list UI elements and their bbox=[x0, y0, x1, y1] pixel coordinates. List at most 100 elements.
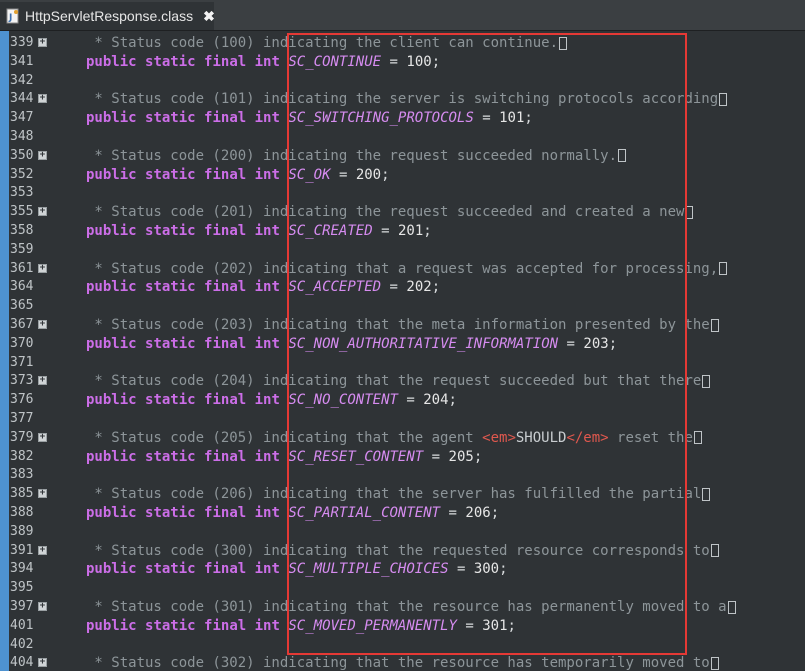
fold-expand-icon[interactable]: + bbox=[38, 263, 47, 273]
javadoc-comment: * Status code (301) indicating that the … bbox=[86, 599, 727, 615]
code-line[interactable]: 379 + * Status code (205) indicating that… bbox=[9, 429, 805, 448]
fold-expand-icon[interactable]: + bbox=[38, 545, 47, 555]
code-line[interactable]: 397 + * Status code (301) indicating that… bbox=[9, 598, 805, 617]
keyword-int: int bbox=[254, 392, 280, 409]
code-line[interactable]: 394 public static final int SC_MULTIPLE_C… bbox=[9, 560, 805, 579]
line-number: 358 bbox=[10, 223, 34, 238]
code-line[interactable]: 367 + * Status code (203) indicating that… bbox=[9, 316, 805, 335]
code-text: public static final int SC_CONTINUE = 10… bbox=[86, 53, 440, 72]
code-line[interactable]: 383 bbox=[9, 466, 805, 485]
code-line[interactable]: 358 public static final int SC_CREATED = … bbox=[9, 222, 805, 241]
fold-expand-icon[interactable]: + bbox=[38, 432, 47, 442]
keyword-public: public bbox=[86, 335, 137, 352]
fold-expand-icon[interactable]: + bbox=[38, 94, 47, 104]
constant-name: SC_NO_CONTENT bbox=[288, 392, 398, 409]
code-line[interactable]: 371 bbox=[9, 354, 805, 373]
code-line[interactable]: 361 + * Status code (202) indicating that… bbox=[9, 260, 805, 279]
fold-expand-icon[interactable]: + bbox=[38, 658, 47, 668]
code-line[interactable]: 376 public static final int SC_NO_CONTENT… bbox=[9, 391, 805, 410]
code-line[interactable]: 404 + * Status code (302) indicating that… bbox=[9, 654, 805, 671]
javadoc-comment: * Status code (300) indicating that the … bbox=[86, 542, 710, 559]
code-line[interactable]: 401 public static final int SC_MOVED_PERM… bbox=[9, 617, 805, 636]
collapsed-text-marker-icon[interactable] bbox=[693, 431, 702, 445]
tab-httpservletresponse-class[interactable]: J HttpServletResponse.class ✖ bbox=[0, 2, 215, 30]
code-editor[interactable]: 339 + * Status code (100) indicating the … bbox=[9, 31, 805, 671]
semicolon: ; bbox=[431, 53, 441, 70]
fold-expand-icon[interactable]: + bbox=[38, 320, 47, 329]
line-number: 383 bbox=[10, 467, 34, 483]
html-tag-open: <em> bbox=[482, 429, 516, 446]
code-line[interactable]: 344 + * Status code (101) indicating the … bbox=[9, 90, 805, 109]
keyword-static: static bbox=[145, 335, 196, 352]
code-line[interactable]: 347 public static final int SC_SWITCHING_… bbox=[9, 109, 805, 128]
javadoc-comment: reset the bbox=[608, 429, 693, 446]
collapsed-text-marker-icon[interactable] bbox=[710, 318, 719, 332]
code-line[interactable]: 373 + * Status code (204) indicating that… bbox=[9, 372, 805, 391]
code-text: * Status code (206) indicating that the … bbox=[86, 485, 711, 504]
fold-expand-icon[interactable]: + bbox=[38, 376, 47, 386]
fold-expand-icon[interactable]: + bbox=[38, 489, 47, 499]
close-icon[interactable]: ✖ bbox=[203, 8, 215, 25]
collapsed-text-marker-icon[interactable] bbox=[710, 544, 719, 558]
code-line[interactable]: 391 + * Status code (300) indicating that… bbox=[9, 542, 805, 561]
collapsed-text-marker-icon[interactable] bbox=[618, 149, 627, 163]
collapsed-text-marker-icon[interactable] bbox=[719, 92, 728, 106]
javadoc-comment: * Status code (201) indicating the reque… bbox=[86, 204, 685, 221]
collapsed-text-marker-icon[interactable] bbox=[710, 656, 719, 670]
fold-expand-icon[interactable]: + bbox=[38, 38, 47, 47]
code-line[interactable]: 395 bbox=[9, 579, 805, 598]
code-line[interactable]: 365 bbox=[9, 297, 805, 316]
code-line[interactable]: 359 bbox=[9, 241, 805, 260]
editor-tab-bar: J HttpServletResponse.class ✖ bbox=[0, 0, 805, 31]
code-text: public static final int SC_MULTIPLE_CHOI… bbox=[86, 560, 508, 579]
collapsed-text-marker-icon[interactable] bbox=[702, 487, 711, 501]
keyword-public: public bbox=[86, 561, 137, 578]
code-line[interactable]: 370 public static final int SC_NON_AUTHOR… bbox=[9, 335, 805, 354]
code-line[interactable]: 389 bbox=[9, 523, 805, 542]
semicolon: ; bbox=[431, 279, 441, 296]
code-line[interactable]: 352 public static final int SC_OK = 200; bbox=[9, 166, 805, 185]
code-line[interactable]: 388 public static final int SC_PARTIAL_CO… bbox=[9, 504, 805, 523]
assign-operator: = bbox=[566, 335, 575, 352]
code-line[interactable]: 342 bbox=[9, 72, 805, 91]
keyword-public: public bbox=[86, 223, 137, 239]
line-number: 371 bbox=[10, 354, 34, 370]
code-line[interactable]: 385 + * Status code (206) indicating that… bbox=[9, 485, 805, 504]
fold-expand-icon[interactable]: + bbox=[38, 602, 47, 611]
keyword-final: final bbox=[204, 110, 247, 127]
code-text: * Status code (204) indicating that the … bbox=[86, 372, 711, 391]
fold-expand-icon[interactable]: + bbox=[38, 207, 47, 217]
line-number: 364 bbox=[10, 279, 34, 295]
code-line[interactable]: 348 bbox=[9, 128, 805, 147]
line-number: 402 bbox=[10, 636, 34, 652]
keyword-int: int bbox=[254, 335, 280, 352]
code-text: * Status code (101) indicating the serve… bbox=[86, 90, 728, 109]
code-text: * Status code (205) indicating that the … bbox=[86, 429, 702, 448]
code-line[interactable]: 339 + * Status code (100) indicating the … bbox=[9, 34, 805, 53]
code-line[interactable]: 364 public static final int SC_ACCEPTED =… bbox=[9, 278, 805, 297]
code-line[interactable]: 341 public static final int SC_CONTINUE =… bbox=[9, 53, 805, 72]
collapsed-text-marker-icon[interactable] bbox=[719, 262, 728, 276]
code-line[interactable]: 355 + * Status code (201) indicating the … bbox=[9, 203, 805, 222]
status-code-value: 205 bbox=[448, 448, 474, 465]
line-number: 394 bbox=[10, 561, 34, 577]
javadoc-comment: * Status code (100) indicating the clien… bbox=[86, 35, 559, 51]
javadoc-comment: * Status code (203) indicating that the … bbox=[86, 317, 710, 333]
code-line[interactable]: 402 bbox=[9, 636, 805, 655]
collapsed-text-marker-icon[interactable] bbox=[702, 374, 711, 388]
code-text: public static final int SC_PARTIAL_CONTE… bbox=[86, 504, 499, 523]
line-number: 370 bbox=[10, 335, 34, 351]
code-line[interactable]: 353 bbox=[9, 184, 805, 203]
collapsed-text-marker-icon[interactable] bbox=[685, 205, 694, 219]
semicolon: ; bbox=[499, 561, 508, 578]
collapsed-text-marker-icon[interactable] bbox=[727, 600, 736, 614]
code-line[interactable]: 382 public static final int SC_RESET_CONT… bbox=[9, 448, 805, 467]
assign-operator: = bbox=[465, 617, 474, 634]
keyword-int: int bbox=[254, 505, 280, 521]
line-number: 365 bbox=[10, 298, 34, 314]
code-line[interactable]: 350 + * Status code (200) indicating the … bbox=[9, 147, 805, 166]
code-line[interactable]: 377 bbox=[9, 410, 805, 429]
fold-expand-icon[interactable]: + bbox=[38, 150, 47, 160]
semicolon: ; bbox=[490, 505, 500, 521]
collapsed-text-marker-icon[interactable] bbox=[559, 36, 568, 50]
